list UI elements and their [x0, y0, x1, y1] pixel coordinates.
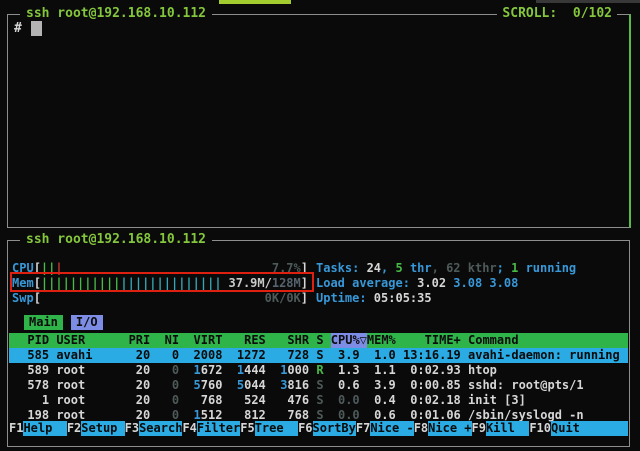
process-state: R — [316, 363, 323, 378]
tasks-summary: Tasks: 24, 5 thr, 62 kthr; 1 running — [316, 261, 576, 276]
process-state: S — [316, 348, 323, 363]
process-state: S — [316, 393, 323, 408]
load-1min: 3.02 — [417, 276, 446, 290]
kthread-count: , 62 kthr — [432, 261, 497, 275]
fkey-f1[interactable]: F1 — [9, 421, 23, 436]
prompt-symbol: # — [14, 21, 22, 36]
col-virt[interactable]: VIRT — [186, 333, 222, 348]
fkey-filter-button[interactable]: Filter — [197, 421, 240, 436]
col-pid[interactable]: PID — [13, 333, 49, 348]
process-command: sshd: root@pts/1 — [468, 378, 628, 393]
bottom-pane-title: ssh root@192.168.10.112 — [20, 232, 212, 248]
load-15min: 3.08 — [482, 276, 518, 290]
tab-main[interactable]: Main — [24, 315, 63, 330]
fkey-f5[interactable]: F5 — [240, 421, 254, 436]
fkey-search-button[interactable]: Search — [139, 421, 182, 436]
top-pane-title: ssh root@192.168.10.112 — [20, 6, 212, 22]
process-row-selected[interactable]: 585 avahi 20 0 2008 1272 728 S 3.9 1.0 1… — [9, 348, 628, 363]
video-bar-artifact — [536, 0, 640, 3]
sort-arrow-icon: ▽ — [360, 333, 367, 348]
swap-meter: Swp[0K/0K] — [12, 291, 308, 306]
col-user[interactable]: USER — [56, 333, 121, 348]
swap-meter-value: 0K/0K — [265, 291, 301, 306]
thread-count: 5 — [395, 261, 402, 275]
fkey-sortby-button[interactable]: SortBy — [313, 421, 356, 436]
col-pri[interactable]: PRI — [129, 333, 151, 348]
function-key-bar: F1Help F2Setup F3Search F4Filter F5Tree … — [9, 421, 628, 436]
fkey-tree-button[interactable]: Tree — [255, 421, 298, 436]
col-mem[interactable]: MEM% — [367, 333, 396, 348]
video-progress-artifact — [219, 0, 291, 4]
col-command[interactable]: Command — [468, 333, 628, 348]
process-table-header: PID USER PRI NI VIRT RES SHR S CPU%▽ MEM… — [9, 333, 628, 348]
fkey-quit-button[interactable]: Quit — [551, 421, 628, 436]
uptime: Uptime: 05:05:35 — [316, 291, 432, 306]
top-terminal-pane[interactable]: ssh root@192.168.10.112 SCROLL: 0/102 # — [7, 14, 631, 228]
col-res[interactable]: RES — [230, 333, 266, 348]
col-state[interactable]: S — [316, 333, 323, 348]
uptime-value: 05:05:35 — [374, 291, 432, 305]
scroll-indicator: SCROLL: 0/102 — [497, 6, 617, 22]
process-command: init [3] — [468, 393, 628, 408]
process-command: htop — [468, 363, 628, 378]
fkey-f8[interactable]: F8 — [414, 421, 428, 436]
htop-tab-bar: Main I/O — [24, 315, 111, 330]
mem-highlight-annotation — [10, 272, 314, 292]
col-ni[interactable]: NI — [157, 333, 179, 348]
terminal-cursor — [31, 21, 42, 36]
process-command: avahi-daemon: running — [468, 348, 628, 363]
fkey-f2[interactable]: F2 — [67, 421, 81, 436]
fkey-f4[interactable]: F4 — [182, 421, 196, 436]
fkey-nice-plus-button[interactable]: Nice + — [428, 421, 471, 436]
col-shr[interactable]: SHR — [273, 333, 309, 348]
process-state: S — [316, 378, 323, 393]
shell-prompt-line: # — [14, 21, 42, 36]
tab-io[interactable]: I/O — [71, 315, 103, 330]
fkey-f7[interactable]: F7 — [356, 421, 370, 436]
process-row[interactable]: 589 root 20 0 1672 1444 1000 R 1.3 1.1 0… — [9, 363, 628, 378]
fkey-f10[interactable]: F10 — [529, 421, 551, 436]
col-cpu-sorted[interactable]: CPU%▽ — [331, 333, 367, 348]
fkey-nice-minus-button[interactable]: Nice - — [370, 421, 413, 436]
fkey-help-button[interactable]: Help — [23, 421, 66, 436]
process-row[interactable]: 578 root 20 0 5760 5044 3816 S 0.6 3.9 0… — [9, 378, 628, 393]
col-time[interactable]: TIME+ — [403, 333, 461, 348]
process-row[interactable]: 1 root 20 0 768 524 476 S 0.0 0.4 0:02.1… — [9, 393, 628, 408]
fkey-f6[interactable]: F6 — [298, 421, 312, 436]
fkey-setup-button[interactable]: Setup — [81, 421, 124, 436]
load-average: Load average: 3.02 3.08 3.08 — [316, 276, 518, 291]
fkey-f3[interactable]: F3 — [125, 421, 139, 436]
load-5min: 3.08 — [446, 276, 482, 290]
swap-meter-label: Swp — [12, 291, 34, 306]
tasks-count: 24 — [367, 261, 381, 275]
fkey-kill-button[interactable]: Kill — [486, 421, 529, 436]
fkey-f9[interactable]: F9 — [472, 421, 486, 436]
